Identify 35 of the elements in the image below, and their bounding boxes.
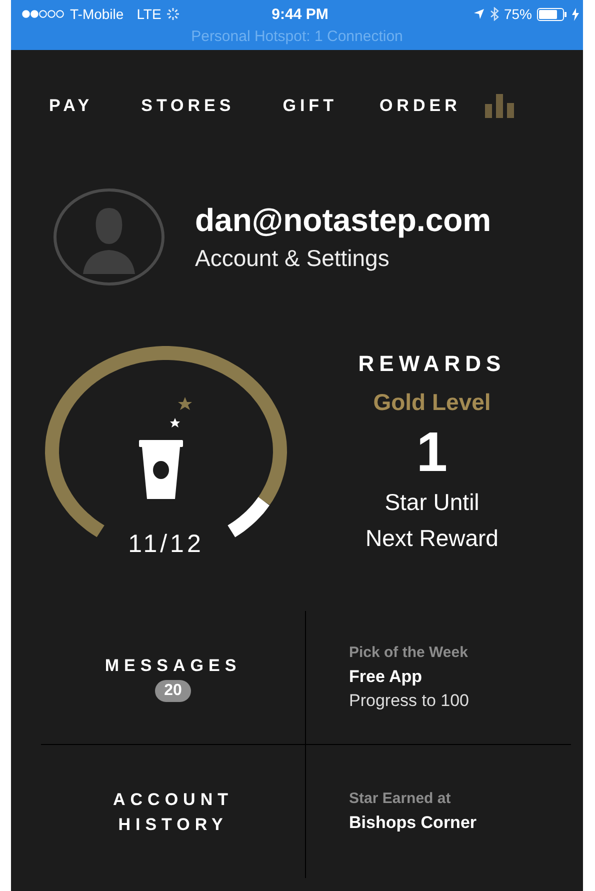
network-type: LTE (136, 6, 162, 22)
reward-caption: Next Reward (366, 524, 498, 553)
account-settings-link[interactable]: Account & Settings (195, 245, 492, 272)
tile-title[interactable]: Free App (349, 667, 571, 687)
nav-tab[interactable]: GIFT (282, 96, 338, 116)
battery-percent: 75% (504, 6, 532, 22)
bluetooth-icon (490, 7, 499, 21)
reward-caption: Star Until (384, 488, 480, 517)
rewards-title: REWARDS (358, 351, 506, 377)
nav-tab[interactable]: STORES (141, 96, 235, 116)
charging-icon (572, 8, 580, 20)
tile-label: Star Earned at (349, 790, 452, 807)
tile-detail: Progress to 100 (349, 691, 470, 711)
tile-label: Pick of the Week (349, 644, 469, 661)
tile-heading[interactable]: HISTORY (118, 812, 228, 836)
carrier-name: T-Mobile (70, 6, 124, 22)
tile-heading[interactable]: MESSAGES (104, 653, 242, 678)
progress-count: 11/12 (127, 530, 205, 559)
tile-title[interactable]: Bishops Corner (349, 813, 571, 833)
tier-level: Gold Level (373, 389, 491, 416)
location-arrow-icon (472, 8, 485, 20)
account-email: dan@notastep.com (195, 202, 492, 239)
stars-remaining: 1 (416, 420, 448, 484)
status-time: 9:44 PM (272, 6, 328, 22)
avatar-icon[interactable] (53, 188, 165, 286)
nav-tab[interactable]: PAY (49, 96, 94, 116)
battery-icon (537, 8, 568, 20)
spinner-icon (166, 7, 180, 21)
signal-icon (21, 9, 65, 19)
cup-logo-icon (139, 397, 192, 499)
nav-tab[interactable]: ORDER (379, 96, 461, 116)
count-badge: 20 (155, 680, 191, 702)
bar-chart-icon[interactable] (484, 94, 515, 118)
tile-heading[interactable]: ACCOUNT (113, 786, 233, 812)
progress-ring-track (228, 497, 270, 538)
